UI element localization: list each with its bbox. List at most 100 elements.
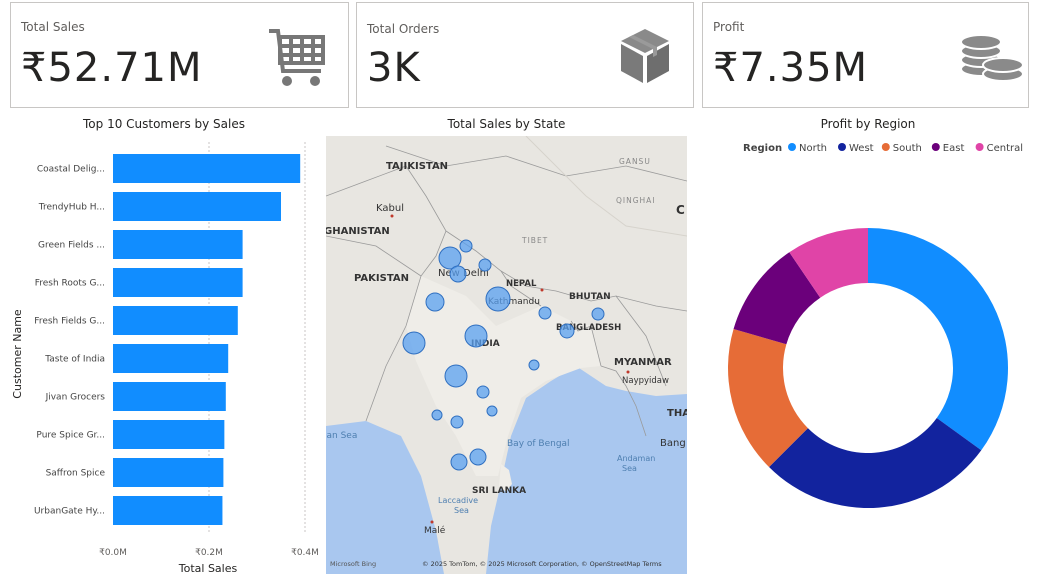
map-label-line: Andaman: [617, 454, 655, 463]
map-label-line: Sea: [454, 506, 469, 515]
legend-item[interactable]: East: [943, 143, 965, 154]
map-label-line: Sea: [622, 464, 637, 473]
bar-chart-title: Top 10 Customers by Sales: [83, 117, 245, 131]
map-title: Total Sales by State: [447, 117, 566, 131]
city-marker: [430, 520, 434, 524]
map-label: Kabul: [376, 203, 404, 214]
bar[interactable]: [113, 458, 224, 487]
state-bubble[interactable]: [425, 292, 445, 312]
map-label: GANSU: [619, 157, 651, 166]
state-bubble[interactable]: [450, 453, 468, 471]
map-label: MYANMAR: [614, 357, 672, 368]
kpi-title: Total Orders: [367, 22, 440, 36]
city-marker: [626, 370, 630, 374]
bar[interactable]: [113, 192, 281, 221]
x-tick-label: ₹0.0M: [99, 548, 127, 558]
map-label: Bang: [660, 438, 686, 449]
map-label: TIBET: [521, 236, 548, 245]
category-label: Fresh Fields G...: [34, 317, 105, 327]
state-bubble[interactable]: [459, 239, 473, 253]
map-label: THA: [667, 408, 687, 419]
map[interactable]: TAJIKISTAN GHANISTAN PAKISTAN NEPAL BHUT…: [326, 136, 687, 574]
legend-item[interactable]: South: [893, 143, 922, 154]
state-bubble[interactable]: [591, 307, 605, 321]
bar[interactable]: [113, 306, 238, 335]
legend-marker: [931, 143, 940, 151]
box-icon: [621, 29, 669, 83]
bar-chart: Coastal Delig... TrendyHub H... Green Fiel…: [11, 142, 319, 575]
category-label: TrendyHub H...: [38, 203, 105, 213]
category-label: Taste of India: [44, 355, 105, 365]
city-marker: [540, 288, 544, 292]
kpi-title: Total Sales: [21, 20, 85, 34]
bar[interactable]: [113, 268, 243, 297]
state-bubble[interactable]: [402, 331, 426, 355]
kpi-card-total-sales[interactable]: Total Sales ₹52.71M: [10, 2, 349, 108]
map-label: QINGHAI: [616, 196, 656, 205]
legend-item[interactable]: North: [799, 143, 827, 154]
map-label: SRI LANKA: [472, 486, 526, 496]
x-tick-label: ₹0.4M: [291, 548, 319, 558]
category-label: Fresh Roots G...: [35, 279, 105, 289]
legend-item[interactable]: Central: [987, 143, 1023, 154]
category-label: Jivan Grocers: [45, 393, 106, 403]
state-bubble[interactable]: [431, 409, 443, 421]
bar[interactable]: [113, 154, 301, 183]
state-bubble[interactable]: [485, 286, 511, 312]
donut-slice[interactable]: [868, 228, 1008, 451]
category-label: Coastal Delig...: [37, 165, 105, 175]
state-bubble[interactable]: [444, 364, 468, 388]
state-bubble[interactable]: [464, 324, 488, 348]
legend-title: Region: [743, 143, 782, 154]
bar[interactable]: [113, 382, 226, 411]
kpi-value: ₹7.35M: [713, 45, 869, 91]
state-bubble[interactable]: [538, 306, 552, 320]
donut-chart[interactable]: [700, 160, 1036, 560]
map-label-line: Laccadive: [438, 496, 478, 505]
x-tick-label: ₹0.2M: [195, 548, 223, 558]
state-bubble[interactable]: [486, 405, 498, 417]
map-label: Malé: [424, 525, 446, 536]
bar[interactable]: [113, 496, 223, 525]
state-bubble[interactable]: [528, 359, 540, 371]
ocean-area: [326, 421, 444, 574]
legend-item[interactable]: West: [849, 143, 874, 154]
map-label-laccadive: Laccadive Sea: [438, 496, 481, 515]
state-bubble[interactable]: [469, 448, 487, 466]
map-label: NEPAL: [506, 279, 537, 289]
map-canvas: TAJIKISTAN GHANISTAN PAKISTAN NEPAL BHUT…: [326, 136, 687, 574]
kpi-card-total-orders[interactable]: Total Orders 3K: [356, 2, 694, 108]
bar[interactable]: [113, 420, 225, 449]
kpi-value: ₹52.71M: [21, 45, 203, 91]
legend-marker: [881, 143, 890, 151]
kpi-title: Profit: [713, 20, 745, 34]
donut-legend: Region North West South East Central: [743, 143, 1023, 154]
map-label: Naypyidaw: [622, 376, 669, 386]
map-label: C: [676, 203, 685, 217]
map-road: [525, 136, 687, 237]
bar[interactable]: [113, 230, 243, 259]
map-label: GHANISTAN: [326, 226, 390, 237]
legend-marker: [838, 143, 846, 151]
map-attribution[interactable]: © 2025 TomTom, © 2025 Microsoft Corporat…: [422, 560, 662, 568]
map-label: TAJIKISTAN: [386, 161, 448, 172]
map-label: BHUTAN: [569, 292, 611, 302]
map-label: PAKISTAN: [354, 273, 409, 284]
bing-logo: Microsoft Bing: [330, 560, 376, 568]
legend-marker: [975, 143, 984, 151]
category-label: Saffron Spice: [46, 469, 106, 479]
state-bubble[interactable]: [478, 258, 492, 272]
map-label: ian Sea: [326, 431, 357, 441]
category-label: UrbanGate Hy...: [34, 507, 105, 517]
donut-chart-title: Profit by Region: [820, 117, 916, 131]
state-bubble[interactable]: [449, 265, 467, 283]
kpi-card-profit[interactable]: Profit ₹7.35M: [702, 2, 1029, 108]
state-bubble[interactable]: [476, 385, 490, 399]
category-label: Green Fields ...: [38, 241, 105, 251]
bar[interactable]: [113, 344, 229, 373]
state-bubble[interactable]: [450, 415, 464, 429]
y-axis-title: Customer Name: [11, 309, 24, 399]
shopping-cart-icon: [269, 29, 325, 86]
state-bubble[interactable]: [559, 323, 575, 339]
kpi-value: 3K: [367, 45, 421, 91]
